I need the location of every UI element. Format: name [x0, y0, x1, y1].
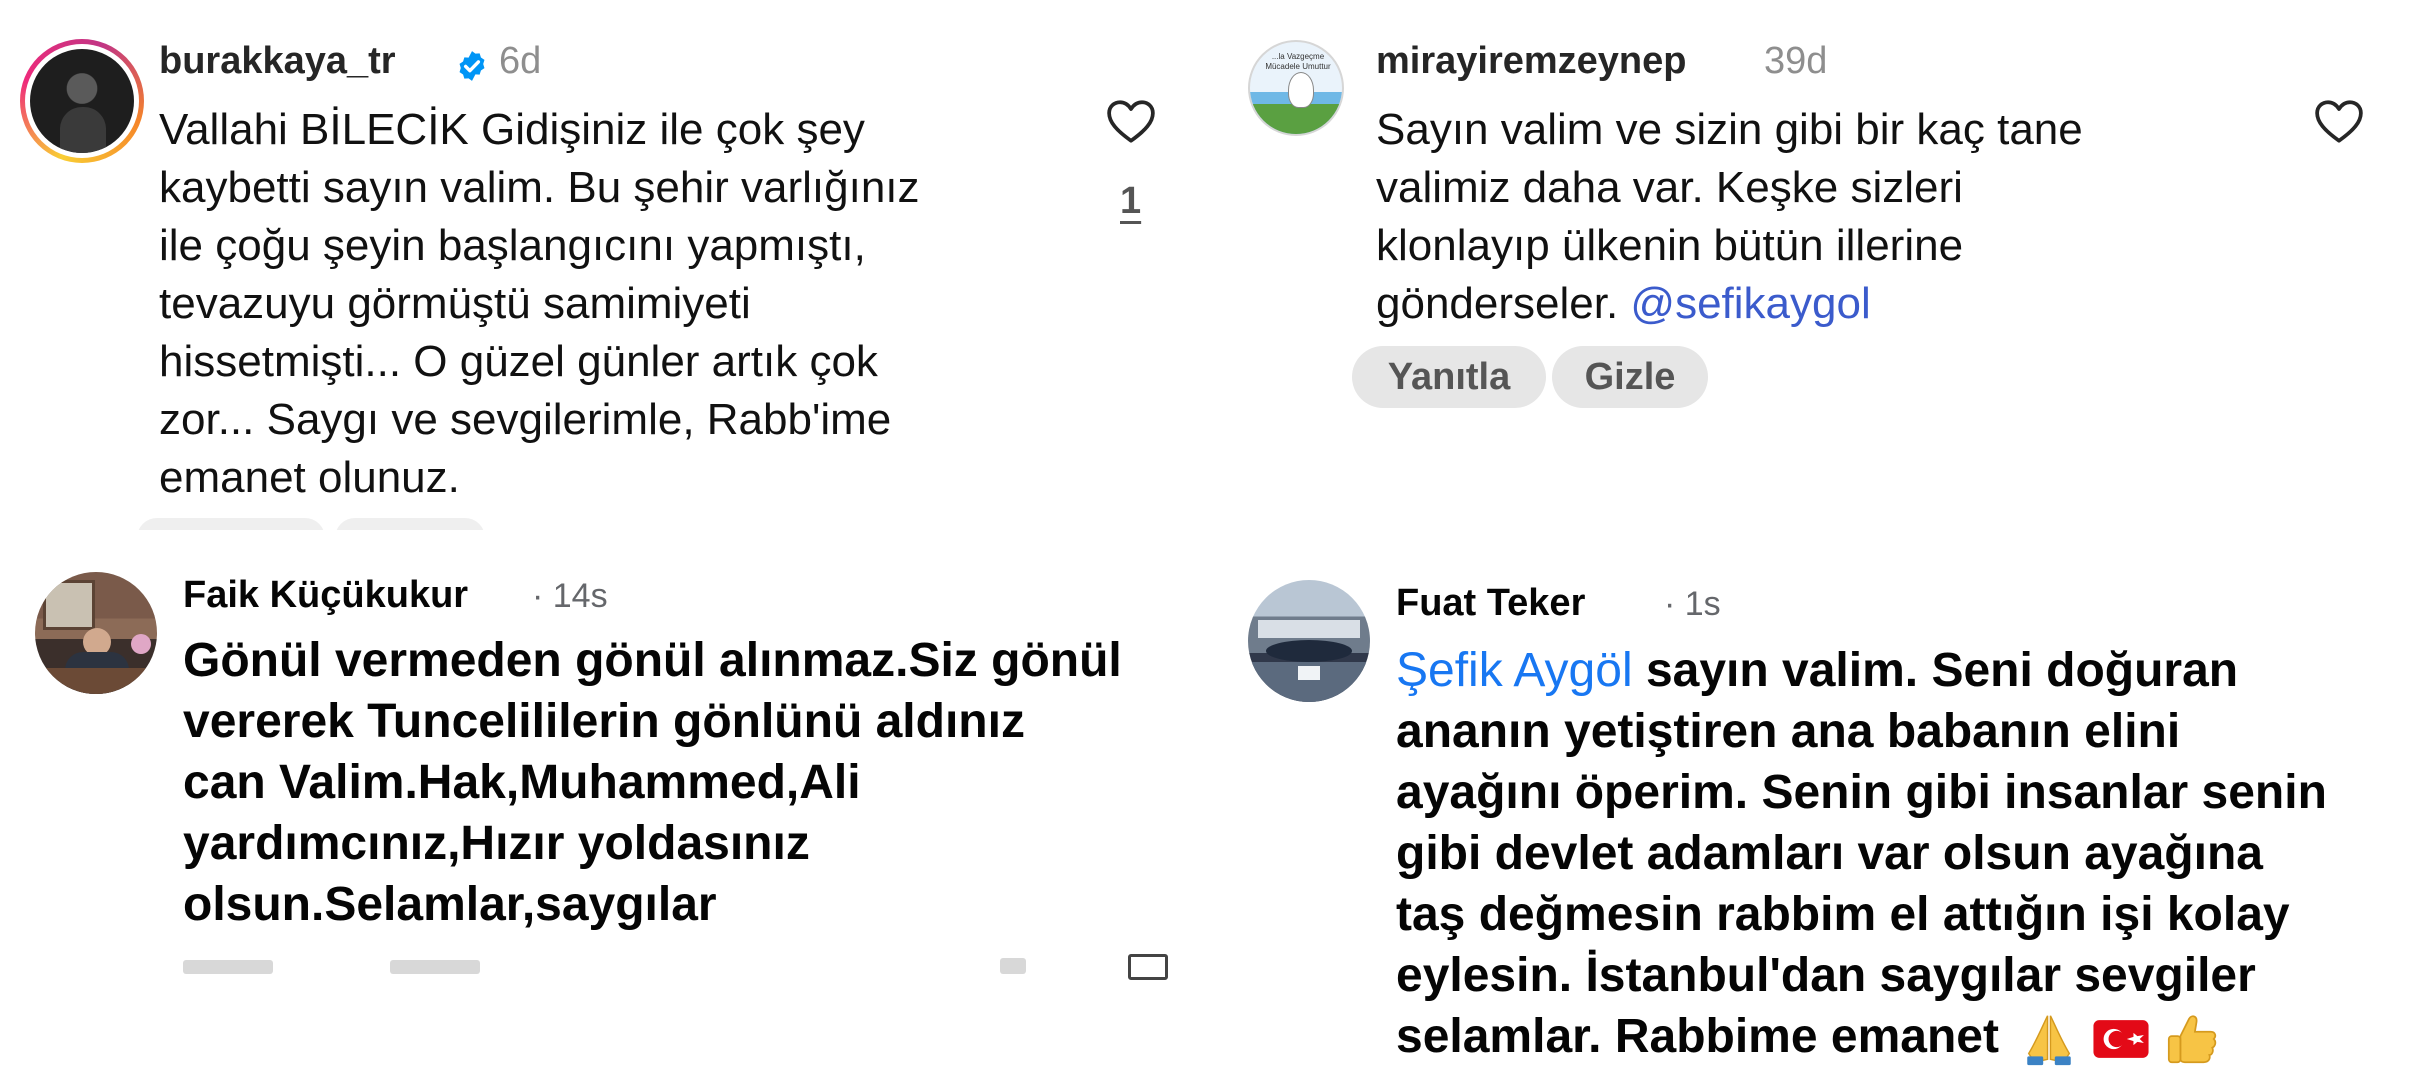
comment-text: Şefik Aygöl sayın valim. Seni doğuran an… [1396, 640, 2412, 1067]
mention-link[interactable]: @sefikaygol [1630, 279, 1870, 328]
thumbs-up-icon [2167, 1015, 2217, 1064]
heart-icon[interactable] [2314, 99, 2364, 145]
heart-icon[interactable] [1106, 99, 1156, 145]
comment-text: Gönül vermeden gönül alınmaz.Siz gönül v… [183, 634, 1122, 931]
comment-panel-fuat: Fuat Teker · 1s Şefik Aygöl sayın valim.… [1206, 530, 2412, 1067]
comment-time: · 14s [532, 577, 608, 615]
avatar[interactable] [1248, 580, 1370, 702]
comment-text: Vallahi BİLECİK Gidişiniz ile çok şey ka… [159, 105, 920, 502]
comment-text: Sayın valim ve sizin gibi bir kaç tane v… [1376, 105, 2083, 328]
hide-button-partial[interactable] [335, 518, 485, 530]
reaction-icon-cut-off [1000, 958, 1026, 974]
avatar[interactable] [35, 572, 157, 694]
comment-actions-cut-off [183, 960, 273, 974]
hide-button[interactable]: Gizle [1552, 346, 1708, 408]
like-count[interactable]: 1 [1120, 180, 1141, 223]
username[interactable]: Faik Küçükukur [183, 574, 468, 617]
reply-icon-cut-off [1128, 954, 1168, 980]
avatar-story-ring[interactable] [20, 39, 144, 163]
verified-badge-icon [459, 51, 485, 81]
comment-time: · 1s [1664, 585, 1721, 623]
avatar [30, 49, 134, 153]
comment-panel-burakkaya: burakkaya_tr 6d Vallahi BİLECİK Gidişini… [0, 0, 1206, 530]
comment-time: 39d [1764, 40, 1828, 82]
turkey-flag-icon [2093, 1020, 2149, 1059]
comment-actions-cut-off [390, 960, 480, 974]
folded-hands-icon [2027, 1015, 2072, 1066]
reply-button-partial[interactable] [137, 518, 325, 530]
username[interactable]: burakkaya_tr [159, 40, 396, 83]
username[interactable]: mirayiremzeynep [1376, 40, 1687, 83]
comment-time: 6d [499, 40, 542, 82]
avatar[interactable]: ...la Vazgeçme Mücadele Umuttur [1248, 40, 1344, 136]
mention-link[interactable]: Şefik Aygöl [1396, 644, 1633, 697]
reply-button[interactable]: Yanıtla [1352, 346, 1546, 408]
username[interactable]: Fuat Teker [1396, 582, 1585, 625]
comment-panel-mirayiremzeynep: ...la Vazgeçme Mücadele Umuttur mirayire… [1206, 0, 2412, 530]
comment-panel-faik: Faik Küçükukur · 14s Gönül vermeden gönü… [0, 530, 1206, 1067]
